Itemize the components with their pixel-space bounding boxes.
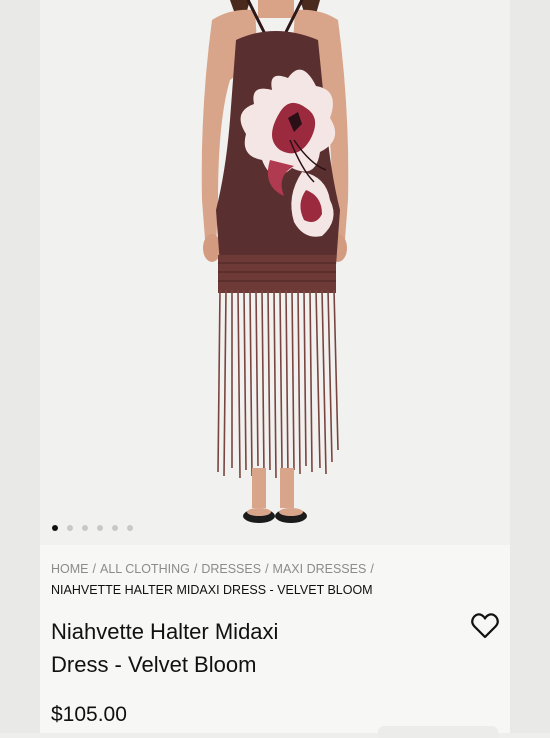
wishlist-button[interactable] — [470, 611, 500, 641]
breadcrumb-separator: / — [370, 562, 374, 576]
breadcrumb-home[interactable]: HOME — [51, 562, 89, 576]
product-price: $105.00 — [51, 703, 127, 726]
breadcrumb-dresses[interactable]: DRESSES — [201, 562, 261, 576]
product-title: Niahvette Halter Midaxi Dress - Velvet B… — [51, 615, 381, 681]
carousel-dot-6[interactable] — [127, 525, 133, 531]
product-info-panel: HOME / ALL CLOTHING / DRESSES / MAXI DRESSES / … — [40, 545, 510, 738]
breadcrumb-current: NIAHVETTE HALTER MIDAXI DRESS - VELVET B… — [51, 583, 373, 597]
breadcrumb-separator: / — [193, 562, 198, 576]
carousel-dot-5[interactable] — [112, 525, 118, 531]
breadcrumb-maxi-dresses[interactable]: MAXI DRESSES — [273, 562, 367, 576]
carousel-dot-1[interactable] — [52, 525, 58, 531]
right-margin — [510, 0, 550, 733]
carousel-dots[interactable] — [52, 525, 133, 531]
model-illustration — [201, 0, 349, 523]
left-margin — [0, 0, 40, 733]
breadcrumb-separator: / — [265, 562, 269, 576]
breadcrumb-all-clothing[interactable]: ALL CLOTHING — [100, 562, 190, 576]
carousel-dot-3[interactable] — [82, 525, 88, 531]
breadcrumb-separator: / — [92, 562, 96, 576]
product-title-line2: Dress - Velvet Bloom — [51, 652, 257, 677]
carousel-dot-4[interactable] — [97, 525, 103, 531]
add-to-bag-button-peek[interactable] — [378, 726, 498, 738]
product-image[interactable] — [40, 0, 510, 545]
breadcrumb: HOME / ALL CLOTHING / DRESSES / MAXI DRESSES / … — [51, 559, 491, 601]
product-title-line1: Niahvette Halter Midaxi — [51, 619, 279, 644]
carousel-dot-2[interactable] — [67, 525, 73, 531]
heart-outline-icon — [471, 613, 499, 639]
